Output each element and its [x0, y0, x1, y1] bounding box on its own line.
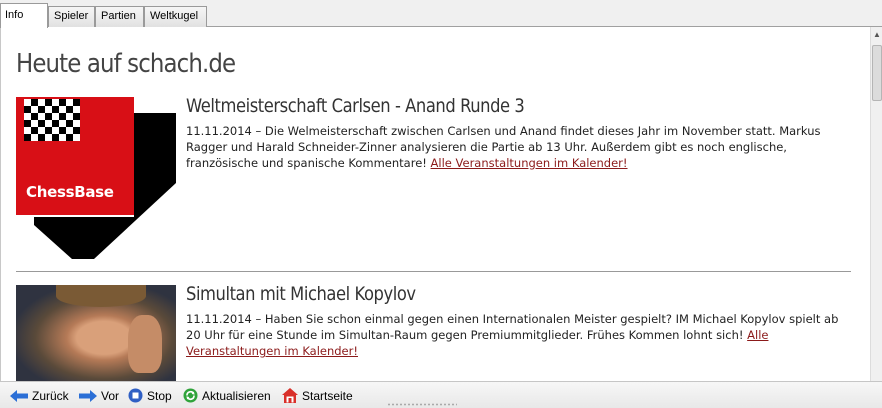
vertical-scrollbar[interactable]: ▲: [870, 27, 882, 381]
back-button[interactable]: Zurück: [10, 387, 69, 404]
arrow-right-icon: [79, 389, 97, 402]
logo-checker-pattern: [24, 99, 80, 141]
stop-label: Stop: [147, 388, 172, 403]
home-icon: [282, 388, 298, 403]
page-title: Heute auf schach.de: [16, 49, 236, 79]
scroll-up-icon[interactable]: ▲: [871, 29, 882, 41]
refresh-icon: [183, 388, 198, 403]
resize-grip[interactable]: [387, 403, 457, 406]
news-body: 11.11.2014 – Die Welmeisterschaft zwisch…: [186, 123, 846, 171]
news-headline[interactable]: Simultan mit Michael Kopylov: [186, 283, 416, 305]
refresh-label: Aktualisieren: [202, 388, 271, 403]
tab-bar: Info Spieler Partien Weltkugel: [0, 0, 882, 28]
kopylov-photo[interactable]: [16, 285, 176, 381]
stop-icon: [128, 388, 143, 403]
chessbase-logo[interactable]: ChessBase: [16, 97, 176, 259]
logo-text: ChessBase: [26, 183, 114, 201]
scroll-thumb[interactable]: [872, 45, 882, 101]
news-divider: [16, 271, 851, 272]
news-text: 11.11.2014 – Haben Sie schon einmal gege…: [186, 312, 839, 342]
forward-button[interactable]: Vor: [79, 387, 119, 404]
forward-label: Vor: [101, 388, 120, 403]
news-headline[interactable]: Weltmeisterschaft Carlsen - Anand Runde …: [186, 95, 525, 117]
back-label: Zurück: [32, 388, 69, 403]
news-item: Simultan mit Michael Kopylov 11.11.2014 …: [16, 283, 851, 381]
tab-weltkugel[interactable]: Weltkugel: [144, 6, 207, 27]
tab-partien[interactable]: Partien: [95, 6, 144, 27]
stop-button[interactable]: Stop: [128, 387, 172, 404]
arrow-left-icon: [10, 389, 28, 402]
tab-spieler[interactable]: Spieler: [48, 6, 95, 27]
news-content: Heute auf schach.de ChessBase Weltmeiste…: [0, 27, 870, 381]
news-body: 11.11.2014 – Haben Sie schon einmal gege…: [186, 311, 846, 359]
home-label: Startseite: [302, 388, 353, 403]
home-button[interactable]: Startseite: [282, 387, 353, 404]
calendar-link[interactable]: Alle Veranstaltungen im Kalender!: [431, 156, 628, 170]
news-item: ChessBase Weltmeisterschaft Carlsen - An…: [16, 95, 851, 262]
refresh-button[interactable]: Aktualisieren: [183, 387, 271, 404]
tab-info[interactable]: Info: [0, 3, 48, 28]
